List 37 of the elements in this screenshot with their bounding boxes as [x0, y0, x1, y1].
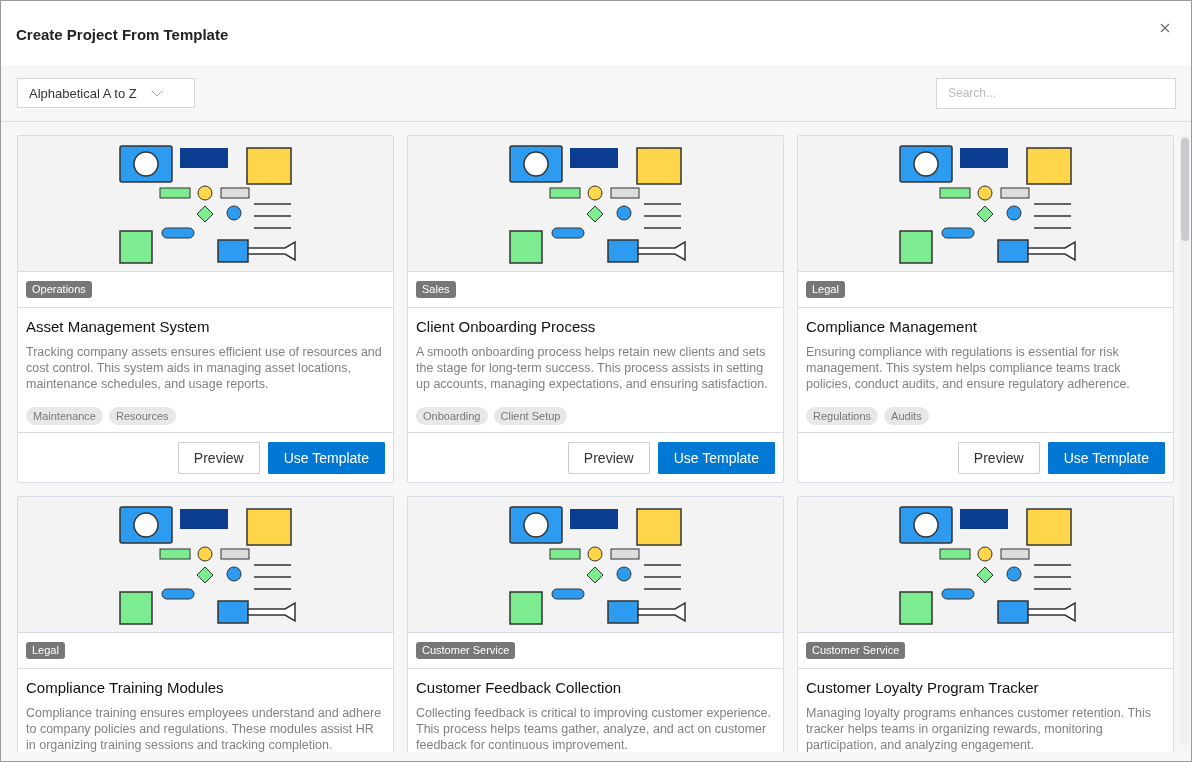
card-description: Tracking company assets ensures efficient use of resources and cost control. This system aids in managing asset locations, maintenance schedules, and usage reports. — [26, 344, 383, 392]
search-field[interactable]: Search... — [936, 77, 1176, 109]
preview-button[interactable]: Preview — [177, 442, 260, 474]
card-title: Customer Feedback Collection — [416, 679, 623, 697]
card-description: Compliance training ensures employees understand and adhere to company policies and regulations. These modules assist HR in organizing training sessions and tracking completion. — [26, 705, 383, 752]
dialog-title: Create Project From Template — [16, 24, 229, 43]
chevron-down-icon — [150, 89, 163, 97]
card-description: Collecting feedback is critical to improving customer experience. This process helps teams gather, analyze, and act on customer feedback for continuous improvement. — [416, 705, 773, 752]
card-title: Asset Management System — [26, 318, 211, 336]
category-badge: Legal — [806, 281, 845, 298]
category-badge: Customer Service — [416, 642, 516, 659]
use-template-button[interactable]: Use Template — [657, 442, 775, 474]
card-title: Client Onboarding Process — [416, 318, 597, 336]
card-title: Customer Loyalty Program Tracker — [806, 679, 1040, 697]
tag-chip: Client Setup — [493, 407, 568, 425]
scrollbar-thumb[interactable] — [1181, 138, 1189, 241]
close-icon[interactable] — [1160, 23, 1170, 33]
category-badge: Operations — [26, 281, 92, 298]
use-template-button[interactable]: Use Template — [1047, 442, 1165, 474]
use-template-button[interactable]: Use Template — [267, 442, 385, 474]
category-badge: Sales — [416, 281, 456, 298]
scrollbar[interactable] — [1180, 135, 1190, 745]
sort-dropdown[interactable]: Alphabetical A to Z — [17, 78, 195, 108]
card-description: A smooth onboarding process helps retain new clients and sets the stage for long-term success. This process assists in setting up accounts, managing expectations, and ensuring satisfaction. — [416, 344, 769, 392]
category-badge: Legal — [26, 642, 65, 659]
tag-chip: Regulations — [806, 407, 879, 425]
tag-chip: Onboarding — [416, 407, 488, 425]
card-title: Compliance Management — [806, 318, 978, 336]
card-description: Managing loyalty programs enhances customer retention. This tracker helps teams in organizing rewards, monitoring participation, and analyzing engagement. — [806, 705, 1153, 752]
category-badge: Customer Service — [806, 642, 906, 659]
tag-chip: Maintenance — [26, 407, 103, 425]
card-description: Ensuring compliance with regulations is essential for risk management. This system helps compliance teams track policies, conduct audits, and ensure regulatory adherence. — [806, 344, 1131, 392]
preview-button[interactable]: Preview — [957, 442, 1040, 474]
preview-button[interactable]: Preview — [567, 442, 650, 474]
tag-chip: Resources — [109, 407, 176, 425]
tag-chip: Audits — [884, 407, 929, 425]
card-title: Compliance Training Modules — [26, 679, 225, 697]
